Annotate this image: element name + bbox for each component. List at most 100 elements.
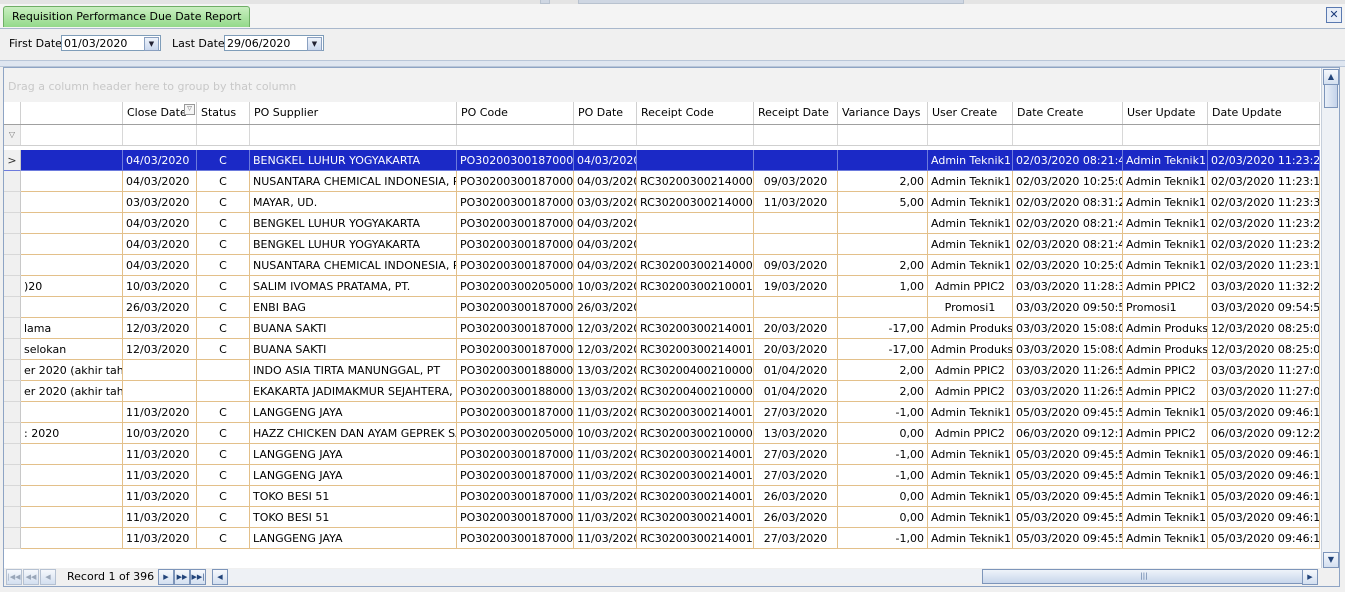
table-row[interactable]: lama 12/03/2020 C BUANA SAKTI PO302003001870…: [4, 318, 1320, 339]
cell-user-create[interactable]: Admin PPIC2: [928, 360, 1013, 381]
cell-user-create[interactable]: Promosi1: [928, 297, 1013, 318]
cell-date-update[interactable]: 05/03/2020 09:46:18: [1208, 465, 1320, 486]
cell-receipt-code[interactable]: RC3020030021400161: [637, 444, 754, 465]
cell-receipt-code[interactable]: RC3020030021400161: [637, 465, 754, 486]
cell-date-update[interactable]: 02/03/2020 11:23:19: [1208, 171, 1320, 192]
cell-user-update[interactable]: Admin Teknik1: [1123, 402, 1208, 423]
cell-user-update[interactable]: Promosi1: [1123, 297, 1208, 318]
cell-close-date[interactable]: 11/03/2020: [123, 528, 197, 549]
cell-date-create[interactable]: 03/03/2020 11:26:57: [1013, 381, 1123, 402]
cell-variance-days[interactable]: -1,00: [838, 465, 928, 486]
cell-status[interactable]: C: [197, 444, 250, 465]
column-header-po-date[interactable]: PO Date: [574, 102, 637, 124]
cell-close-date[interactable]: 04/03/2020: [123, 255, 197, 276]
filter-cell[interactable]: [928, 125, 1013, 145]
cell-status[interactable]: C: [197, 423, 250, 444]
cell-date-create[interactable]: 05/03/2020 09:45:57: [1013, 486, 1123, 507]
table-row[interactable]: 11/03/2020 C LANGGENG JAYA PO30200300187000…: [4, 402, 1320, 423]
cell-status[interactable]: C: [197, 276, 250, 297]
cell-user-create[interactable]: Admin Teknik1: [928, 402, 1013, 423]
cell-user-update[interactable]: Admin Teknik1: [1123, 465, 1208, 486]
prev-page-icon[interactable]: ◀◀: [23, 569, 39, 585]
table-row[interactable]: er 2020 (akhir tahun) INDO ASIA TIRTA MAN…: [4, 360, 1320, 381]
cell-date-update[interactable]: 05/03/2020 09:46:18: [1208, 486, 1320, 507]
cell-variance-days[interactable]: [838, 213, 928, 234]
cell-date-create[interactable]: 03/03/2020 09:50:54: [1013, 297, 1123, 318]
cell-close-date[interactable]: 04/03/2020: [123, 150, 197, 171]
cell-po-code[interactable]: PO3020030018800032: [457, 381, 574, 402]
cell-po-supplier[interactable]: BENGKEL LUHUR YOGYAKARTA: [250, 234, 457, 255]
cell-po-date[interactable]: 12/03/2020: [574, 339, 637, 360]
cell-receipt-code[interactable]: RC3020030021400149: [637, 486, 754, 507]
cell-user-update[interactable]: Admin Teknik1: [1123, 192, 1208, 213]
cell-user-create[interactable]: Admin Produksi1: [928, 339, 1013, 360]
cell-date-create[interactable]: 03/03/2020 15:08:03: [1013, 339, 1123, 360]
row-indicator[interactable]: >: [4, 150, 21, 171]
table-row[interactable]: 03/03/2020CMAYAR, UD.PO30200300187000010…: [4, 192, 1320, 213]
cell-variance-days[interactable]: 2,00: [838, 171, 928, 192]
cell-user-update[interactable]: Admin Teknik1: [1123, 486, 1208, 507]
cell-receipt-date[interactable]: [754, 213, 838, 234]
cell-po-supplier[interactable]: BENGKEL LUHUR YOGYAKARTA: [250, 213, 457, 234]
cell-po-code[interactable]: PO3020030018700001: [457, 192, 574, 213]
cell-user-update[interactable]: Admin Teknik1: [1123, 150, 1208, 171]
table-row[interactable]: 11/03/2020 C LANGGENG JAYA PO30200300187000…: [4, 444, 1320, 465]
last-record-icon[interactable]: ▶▶|: [190, 569, 206, 585]
cell-date-update[interactable]: 12/03/2020 08:25:02: [1208, 339, 1320, 360]
cell-po-date[interactable]: 04/03/2020: [574, 255, 637, 276]
cell-status[interactable]: C: [197, 171, 250, 192]
cell-date-update[interactable]: 03/03/2020 11:27:04: [1208, 381, 1320, 402]
cell-user-create[interactable]: Admin Teknik1: [928, 528, 1013, 549]
cell-po-code[interactable]: PO3020030018700065: [457, 297, 574, 318]
table-row[interactable]: 11/03/2020CTOKO BESI 51PO302003001870002…: [4, 486, 1320, 507]
cell-date-create[interactable]: 05/03/2020 09:45:57: [1013, 528, 1123, 549]
row-indicator[interactable]: [4, 171, 21, 192]
row-indicator[interactable]: [4, 318, 21, 339]
row-indicator[interactable]: [4, 213, 21, 234]
cell-receipt-date[interactable]: 20/03/2020: [754, 318, 838, 339]
cell-po-date[interactable]: 11/03/2020: [574, 507, 637, 528]
cell-date-update[interactable]: 02/03/2020 11:23:29: [1208, 234, 1320, 255]
cell-receipt-date[interactable]: 27/03/2020: [754, 528, 838, 549]
column-filter-icon[interactable]: ▽: [184, 104, 195, 115]
cell-receipt-date[interactable]: [754, 150, 838, 171]
table-row[interactable]: 11/03/2020 C LANGGENG JAYA PO30200300187000…: [4, 465, 1320, 486]
row-indicator[interactable]: [4, 192, 21, 213]
cell-po-date[interactable]: 12/03/2020: [574, 318, 637, 339]
cell-note-col[interactable]: er 2020 (akhir tahun): [21, 360, 123, 381]
column-header-receipt-date[interactable]: Receipt Date: [754, 102, 838, 124]
cell-close-date[interactable]: 12/03/2020: [123, 318, 197, 339]
cell-variance-days[interactable]: 2,00: [838, 255, 928, 276]
cell-close-date[interactable]: 10/03/2020: [123, 423, 197, 444]
cell-receipt-date[interactable]: 20/03/2020: [754, 339, 838, 360]
cell-po-date[interactable]: 10/03/2020: [574, 423, 637, 444]
cell-close-date[interactable]: 11/03/2020: [123, 465, 197, 486]
cell-receipt-code[interactable]: RC3020030021000074: [637, 423, 754, 444]
horizontal-scroll-thumb[interactable]: |||: [982, 569, 1306, 584]
table-row[interactable]: >04/03/2020 C BENGKEL LUHUR YOGYAKARTA PO30…: [4, 150, 1320, 171]
cell-date-create[interactable]: 02/03/2020 08:21:42: [1013, 213, 1123, 234]
cell-status[interactable]: C: [197, 465, 250, 486]
table-row[interactable]: 04/03/2020 C BENGKEL LUHUR YOGYAKARTA PO302…: [4, 234, 1320, 255]
cell-receipt-date[interactable]: 01/04/2020: [754, 360, 838, 381]
cell-date-update[interactable]: 03/03/2020 09:54:52: [1208, 297, 1320, 318]
cell-close-date[interactable]: 10/03/2020: [123, 276, 197, 297]
cell-po-date[interactable]: 11/03/2020: [574, 486, 637, 507]
cell-po-date[interactable]: 11/03/2020: [574, 402, 637, 423]
cell-close-date[interactable]: 12/03/2020: [123, 339, 197, 360]
column-header-variance-days[interactable]: Variance Days: [838, 102, 928, 124]
row-indicator[interactable]: [4, 486, 21, 507]
cell-date-update[interactable]: 02/03/2020 11:23:29: [1208, 213, 1320, 234]
cell-receipt-code[interactable]: [637, 234, 754, 255]
filter-icon[interactable]: ▽: [4, 125, 21, 145]
cell-date-create[interactable]: 02/03/2020 10:25:09: [1013, 171, 1123, 192]
cell-user-update[interactable]: Admin PPIC2: [1123, 381, 1208, 402]
cell-po-supplier[interactable]: MAYAR, UD.: [250, 192, 457, 213]
cell-status[interactable]: C: [197, 150, 250, 171]
tab-report[interactable]: Requisition Performance Due Date Report: [3, 6, 251, 27]
cell-receipt-date[interactable]: 27/03/2020: [754, 402, 838, 423]
cell-user-create[interactable]: Admin PPIC2: [928, 423, 1013, 444]
cell-receipt-date[interactable]: 01/04/2020: [754, 381, 838, 402]
row-indicator[interactable]: [4, 339, 21, 360]
cell-user-create[interactable]: Admin Teknik1: [928, 486, 1013, 507]
